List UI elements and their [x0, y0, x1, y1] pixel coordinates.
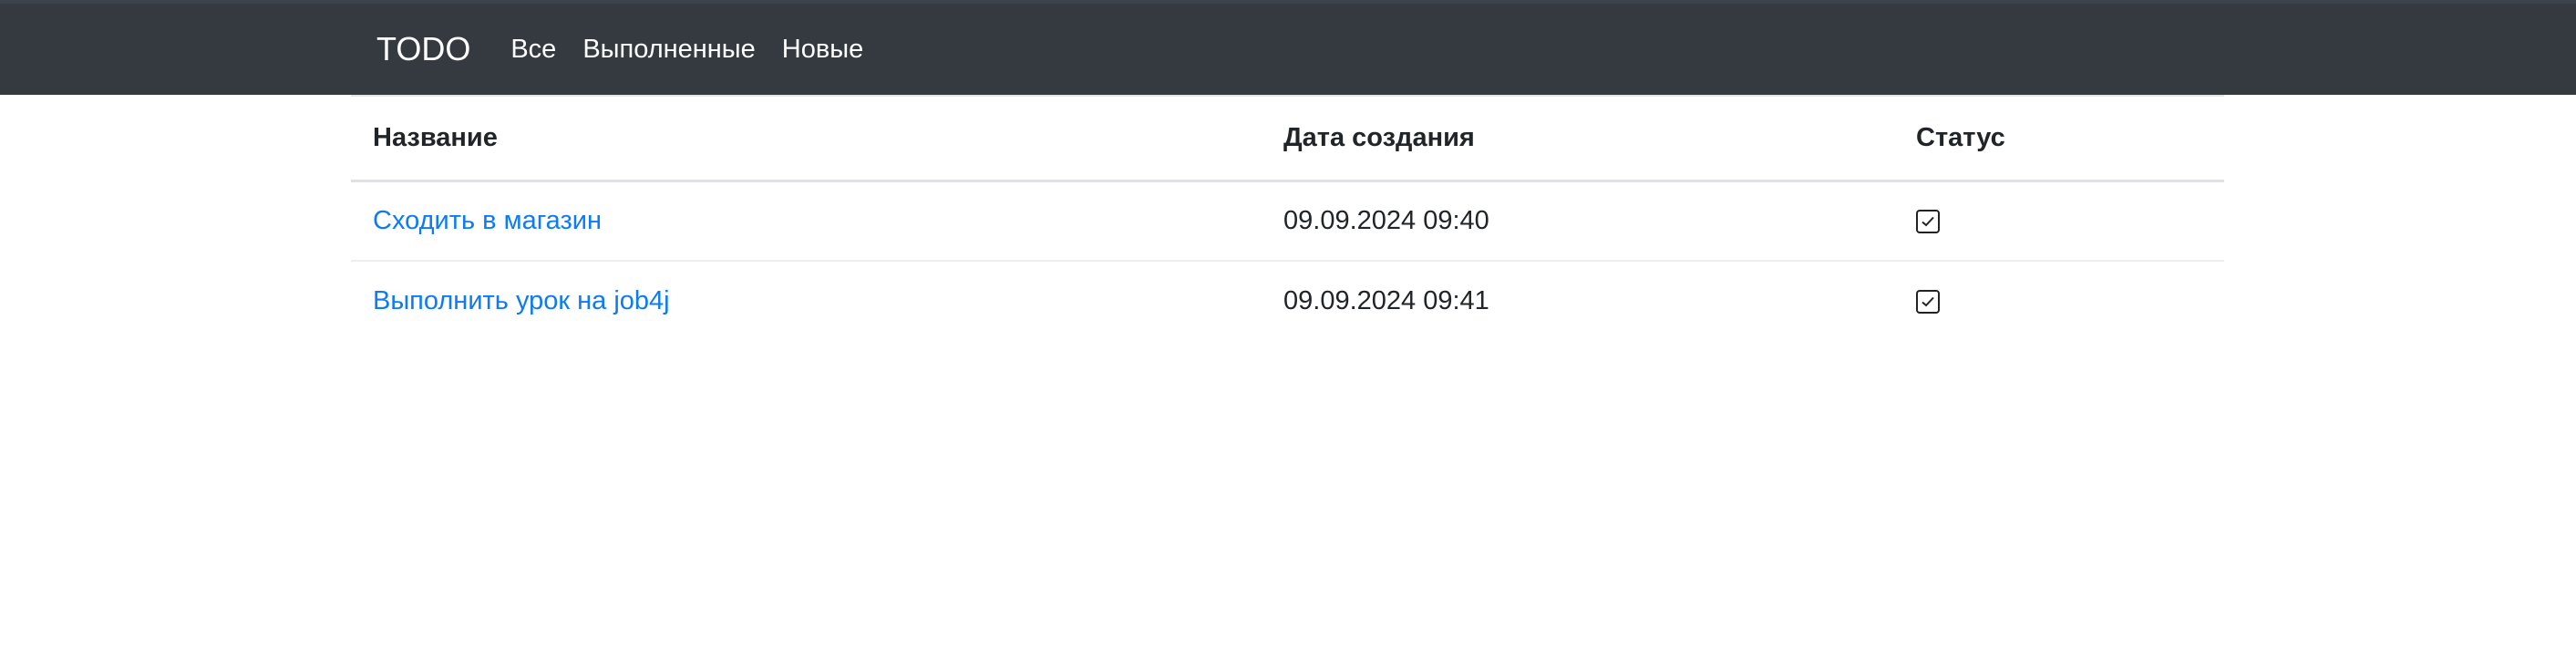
main-content: Название Дата создания Статус Сходить в … — [351, 95, 2224, 341]
checkbox-checked-icon — [1916, 210, 1940, 234]
checkbox-checked-icon — [1916, 290, 1940, 315]
column-header-title: Название — [351, 95, 1262, 182]
column-header-status: Статус — [1894, 95, 2224, 182]
task-title-cell: Сходить в магазин — [351, 181, 1262, 262]
nav-link-all[interactable]: Все — [510, 35, 556, 65]
nav-link-done[interactable]: Выполненные — [582, 35, 755, 65]
tasks-table: Название Дата создания Статус Сходить в … — [351, 95, 2224, 341]
table-row: Сходить в магазин 09.09.2024 09:40 — [351, 181, 2224, 262]
task-created-cell: 09.09.2024 09:40 — [1262, 181, 1894, 262]
table-row: Выполнить урок на job4j 09.09.2024 09:41 — [351, 261, 2224, 341]
table-header-row: Название Дата создания Статус — [351, 95, 2224, 182]
brand-link[interactable]: TODO — [376, 30, 470, 68]
nav-link-new[interactable]: Новые — [782, 35, 863, 65]
task-status-cell — [1894, 261, 2224, 341]
task-link[interactable]: Выполнить урок на job4j — [373, 286, 670, 315]
navbar: TODO Все Выполненные Новые — [0, 0, 2576, 95]
task-title-cell: Выполнить урок на job4j — [351, 261, 1262, 341]
navbar-inner: TODO Все Выполненные Новые — [376, 4, 890, 95]
task-link[interactable]: Сходить в магазин — [373, 206, 602, 235]
column-header-created: Дата создания — [1262, 95, 1894, 182]
task-created-cell: 09.09.2024 09:41 — [1283, 286, 1489, 315]
task-status-cell — [1894, 181, 2224, 262]
